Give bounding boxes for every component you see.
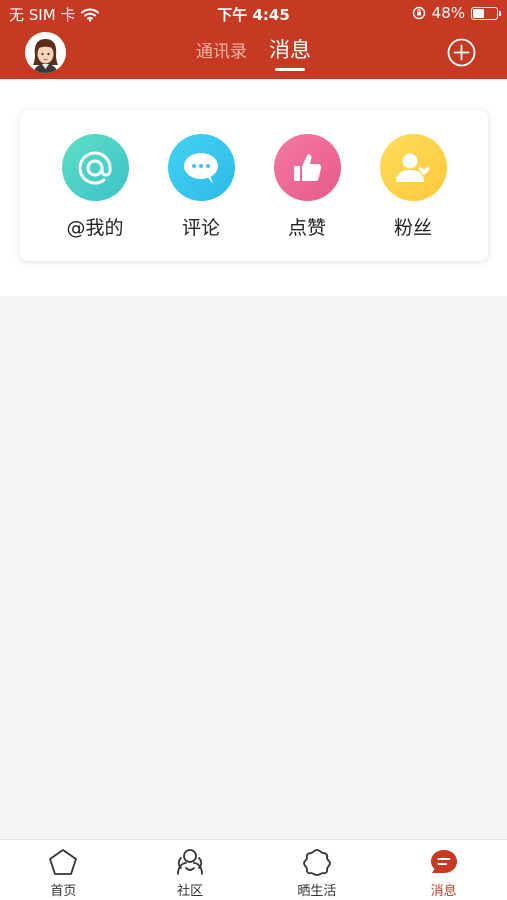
fans-icon — [379, 134, 447, 201]
pentagon-home-icon — [49, 849, 78, 875]
community-icon — [177, 849, 204, 875]
tabbar-label: 消息 — [430, 884, 457, 899]
battery-percent: 48% — [431, 4, 465, 22]
category-fans[interactable]: 粉丝 — [368, 110, 458, 261]
header: 无 SIM 卡 下午 4:45 48% 通讯录 消息 — [0, 0, 507, 79]
tab-messages[interactable]: 消息 — [269, 34, 311, 72]
tabbar-item-life[interactable]: 晒生活 — [254, 840, 381, 900]
tabbar-label: 首页 — [50, 884, 77, 899]
tabbar-item-messages[interactable]: 消息 — [380, 840, 507, 900]
category-label: 粉丝 — [393, 217, 432, 239]
tabbar-label: 晒生活 — [297, 884, 337, 899]
rotation-lock-icon — [412, 6, 425, 20]
bottom-tab-bar: 首页 社区 晒生活 消息 — [0, 839, 507, 900]
category-label: 点赞 — [287, 217, 326, 239]
status-bar: 无 SIM 卡 下午 4:45 48% — [0, 0, 507, 26]
message-icon — [430, 850, 457, 873]
battery-icon — [471, 6, 501, 20]
category-label: @我的 — [66, 217, 124, 239]
add-icon[interactable] — [447, 38, 476, 67]
tabbar-item-community[interactable]: 社区 — [127, 840, 254, 900]
message-category-card: @我的 评论 点赞 粉丝 — [20, 110, 488, 261]
header-tabs: 通讯录 消息 — [0, 37, 507, 75]
tabbar-item-home[interactable]: 首页 — [0, 840, 127, 900]
category-label: 评论 — [181, 217, 220, 239]
flower-life-icon — [302, 849, 331, 876]
comment-icon — [167, 134, 235, 201]
at-icon — [61, 134, 129, 201]
category-at-me[interactable]: @我的 — [50, 110, 140, 261]
category-comments[interactable]: 评论 — [156, 110, 246, 261]
thumbs-up-icon — [273, 134, 341, 201]
tab-contacts[interactable]: 通讯录 — [196, 37, 247, 75]
tabbar-label: 社区 — [177, 884, 204, 899]
category-likes[interactable]: 点赞 — [262, 110, 352, 261]
